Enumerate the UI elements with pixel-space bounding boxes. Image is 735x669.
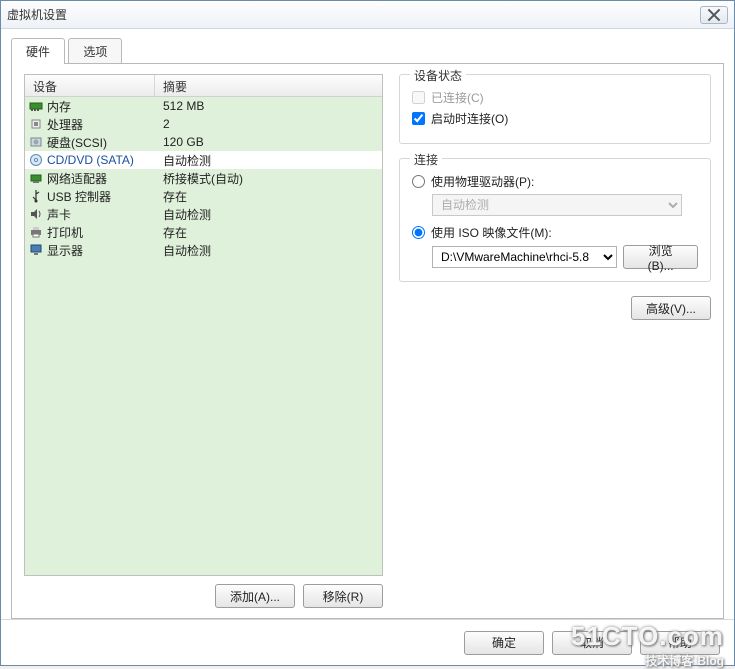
hdd-icon <box>29 135 43 149</box>
use-iso-row[interactable]: 使用 ISO 映像文件(M): <box>412 224 698 241</box>
nic-icon <box>29 171 43 185</box>
connection-group: 连接 使用物理驱动器(P): 自动检测 使用 ISO 映像文件(M): <box>399 158 711 282</box>
hardware-rows: 内存512 MB处理器2硬盘(SCSI)120 GBCD/DVD (SATA)自… <box>25 97 382 575</box>
hardware-header-summary: 摘要 <box>155 75 382 96</box>
printer-icon <box>29 225 43 239</box>
hardware-row-label: 网络适配器 <box>45 170 155 187</box>
use-physical-label: 使用物理驱动器(P): <box>431 173 534 190</box>
device-status-group: 设备状态 已连接(C) 启动时连接(O) <box>399 74 711 144</box>
connect-at-poweron-checkbox[interactable] <box>412 112 425 125</box>
hardware-header-device: 设备 <box>25 75 155 96</box>
hardware-row[interactable]: 硬盘(SCSI)120 GB <box>25 133 382 151</box>
help-button[interactable]: 帮助 <box>640 631 720 655</box>
hardware-row-label: 声卡 <box>45 206 155 223</box>
hardware-row-label: 内存 <box>45 98 155 115</box>
hardware-row-summary: 120 GB <box>155 135 380 149</box>
hardware-row-label: 硬盘(SCSI) <box>45 134 155 151</box>
advanced-button[interactable]: 高级(V)... <box>631 296 711 320</box>
device-status-title: 设备状态 <box>410 67 466 84</box>
connect-at-poweron-label: 启动时连接(O) <box>431 110 508 127</box>
hardware-row-summary: 存在 <box>155 224 380 241</box>
connection-title: 连接 <box>410 151 442 168</box>
connect-at-poweron-row[interactable]: 启动时连接(O) <box>412 110 698 127</box>
hardware-row-summary: 自动检测 <box>155 152 380 169</box>
tab-panel-hardware: 设备 摘要 内存512 MB处理器2硬盘(SCSI)120 GBCD/DVD (… <box>11 63 724 619</box>
window-title: 虚拟机设置 <box>7 6 67 23</box>
right-column: 设备状态 已连接(C) 启动时连接(O) 连接 使用物理驱动器(P): <box>383 74 711 608</box>
hardware-row[interactable]: CD/DVD (SATA)自动检测 <box>25 151 382 169</box>
vm-settings-window: 虚拟机设置 硬件 选项 设备 摘要 内存512 MB处理器2硬盘(SCSI)12… <box>0 0 735 666</box>
hardware-row[interactable]: 网络适配器桥接模式(自动) <box>25 169 382 187</box>
connected-label: 已连接(C) <box>431 89 484 106</box>
hardware-row[interactable]: 显示器自动检测 <box>25 241 382 259</box>
hardware-row-label: CD/DVD (SATA) <box>45 153 155 167</box>
hardware-row-summary: 桥接模式(自动) <box>155 170 380 187</box>
hardware-row-summary: 2 <box>155 117 380 131</box>
connected-checkbox <box>412 91 425 104</box>
hardware-row[interactable]: 打印机存在 <box>25 223 382 241</box>
use-physical-row[interactable]: 使用物理驱动器(P): <box>412 173 698 190</box>
iso-path-combo[interactable]: D:\VMwareMachine\rhci-5.8 <box>432 246 617 268</box>
hardware-list-header: 设备 摘要 <box>25 75 382 97</box>
hardware-row[interactable]: 内存512 MB <box>25 97 382 115</box>
add-hardware-button[interactable]: 添加(A)... <box>215 584 295 608</box>
tab-options[interactable]: 选项 <box>68 38 122 64</box>
tabs: 硬件 选项 <box>1 29 734 63</box>
hardware-row-label: USB 控制器 <box>45 188 155 205</box>
hardware-row-summary: 自动检测 <box>155 206 380 223</box>
use-iso-radio[interactable] <box>412 226 425 239</box>
memory-icon <box>29 99 43 113</box>
hardware-row-label: 打印机 <box>45 224 155 241</box>
dialog-footer: 确定 取消 帮助 51CTO.com 技术博客 Blog <box>1 619 734 665</box>
display-icon <box>29 243 43 257</box>
connected-row: 已连接(C) <box>412 89 698 106</box>
cpu-icon <box>29 117 43 131</box>
remove-hardware-button[interactable]: 移除(R) <box>303 584 383 608</box>
close-icon <box>707 8 721 22</box>
disc-icon <box>29 153 43 167</box>
cancel-button[interactable]: 取消 <box>552 631 632 655</box>
hardware-row[interactable]: 声卡自动检测 <box>25 205 382 223</box>
browse-button[interactable]: 浏览(B)... <box>623 245 698 269</box>
hardware-row-summary: 存在 <box>155 188 380 205</box>
usb-icon <box>29 189 43 203</box>
titlebar: 虚拟机设置 <box>1 1 734 29</box>
use-physical-radio[interactable] <box>412 175 425 188</box>
use-iso-label: 使用 ISO 映像文件(M): <box>431 224 552 241</box>
hardware-row[interactable]: 处理器2 <box>25 115 382 133</box>
physical-drive-select: 自动检测 <box>432 194 682 216</box>
hardware-row-summary: 自动检测 <box>155 242 380 259</box>
left-column: 设备 摘要 内存512 MB处理器2硬盘(SCSI)120 GBCD/DVD (… <box>24 74 383 608</box>
hardware-row[interactable]: USB 控制器存在 <box>25 187 382 205</box>
sound-icon <box>29 207 43 221</box>
hardware-list: 设备 摘要 内存512 MB处理器2硬盘(SCSI)120 GBCD/DVD (… <box>24 74 383 576</box>
tab-hardware[interactable]: 硬件 <box>11 38 65 64</box>
close-button[interactable] <box>700 6 728 24</box>
hardware-row-summary: 512 MB <box>155 99 380 113</box>
hardware-row-label: 处理器 <box>45 116 155 133</box>
hardware-row-label: 显示器 <box>45 242 155 259</box>
ok-button[interactable]: 确定 <box>464 631 544 655</box>
